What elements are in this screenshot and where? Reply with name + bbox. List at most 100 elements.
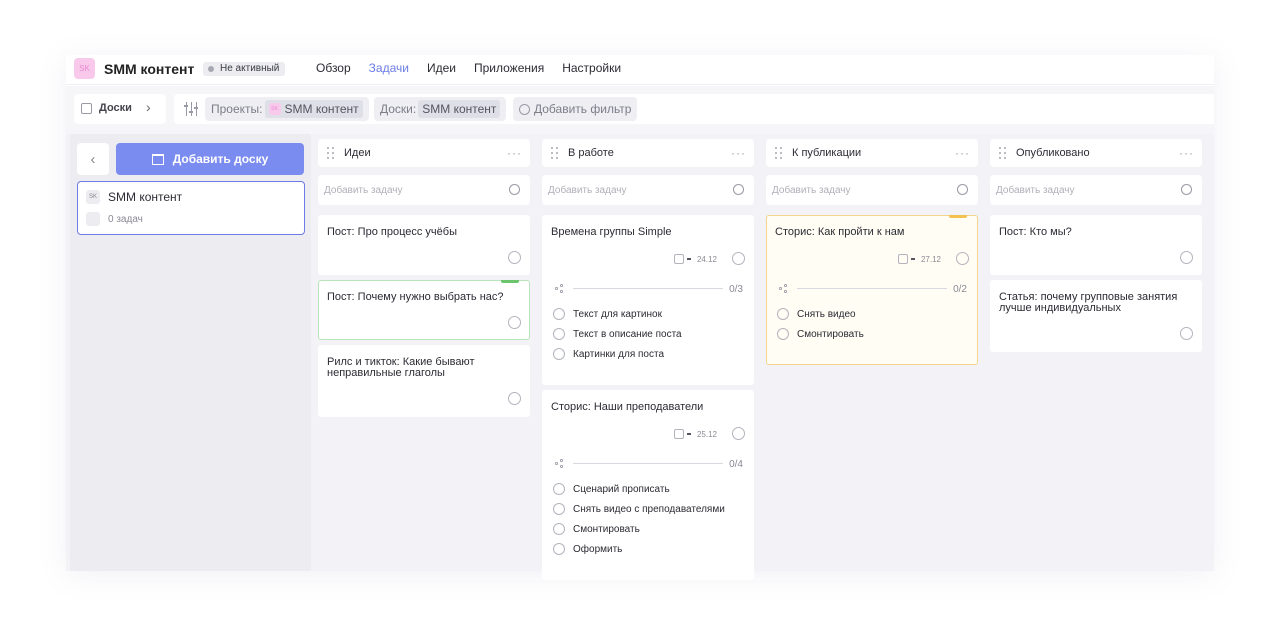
add-task-placeholder: Добавить задачу [324,185,403,196]
subtask-check-icon[interactable] [553,523,565,535]
column-header: В работе ··· [542,139,754,167]
task-card[interactable]: Рилс и тикток: Какие бывают неправильные… [318,345,530,417]
subtask-check-icon[interactable] [553,348,565,360]
boards-toggle-button[interactable]: Доски › [74,94,166,124]
tasks-icon [86,212,100,226]
task-card[interactable]: Времена группы Simple 24.12 0/3 Текст для к… [542,215,754,385]
plus-circle-icon[interactable] [957,184,968,195]
more-dots-icon[interactable]: ··· [955,146,970,160]
add-board-button[interactable]: Добавить доску [116,143,304,175]
subtask-item[interactable]: Снять видео с преподавателями [553,503,725,515]
dash-icon [910,258,915,260]
subtask-check-icon[interactable] [553,308,565,320]
more-dots-icon[interactable]: ··· [731,146,746,160]
add-task-input[interactable]: Добавить задачу [318,175,530,205]
complete-check-icon[interactable] [1180,251,1193,264]
subtask-check-icon[interactable] [777,328,789,340]
add-task-input[interactable]: Добавить задачу [766,175,978,205]
subtask-check-icon[interactable] [777,308,789,320]
plus-circle-icon[interactable] [509,184,520,195]
board-logo: SK [86,190,100,204]
collapse-sidebar-button[interactable]: ‹ [77,143,109,175]
drag-handle-icon[interactable] [551,147,559,159]
progress-bar [573,463,723,464]
task-card[interactable]: Пост: Почему нужно выбрать нас? [318,280,530,340]
task-title: Пост: Кто мы? [999,226,1072,238]
plus-circle-icon[interactable] [733,184,744,195]
subtask-progress: 0/3 [555,284,743,295]
board-name: SMM контент [108,190,183,204]
tab-overview[interactable]: Обзор [316,61,351,75]
drag-handle-icon[interactable] [999,147,1007,159]
subtask-progress: 0/4 [555,459,743,470]
subtask-item[interactable]: Смонтировать [553,523,640,535]
task-card[interactable]: Сторис: Наши преподаватели 25.12 0/4 Сценар… [542,390,754,580]
calendar-icon [673,254,684,264]
add-filter-button[interactable]: Добавить фильтр [513,97,638,121]
complete-check-icon[interactable] [1180,327,1193,340]
subtask-item[interactable]: Текст для картинок [553,308,662,320]
task-card[interactable]: Сторис: Как пройти к нам 27.12 0/2 Снять ви… [766,215,978,365]
subtask-item[interactable]: Сценарий прописать [553,483,670,495]
drag-handle-icon[interactable] [327,147,335,159]
calendar-icon [897,254,908,264]
boards-label: Доски [99,102,132,114]
subtask-item[interactable]: Смонтировать [777,328,864,340]
add-task-input[interactable]: Добавить задачу [542,175,754,205]
chevron-left-icon: ‹ [90,150,96,168]
due-date[interactable]: 24.12 [673,254,717,264]
card-tag [501,280,519,283]
subtask-item[interactable]: Текст в описание поста [553,328,682,340]
subtask-label: Смонтировать [573,523,640,535]
boards-filter-chip[interactable]: Доски: SMM контент [374,97,507,121]
add-task-input[interactable]: Добавить задачу [990,175,1202,205]
complete-check-icon[interactable] [732,252,745,265]
tab-ideas[interactable]: Идеи [427,61,456,75]
complete-check-icon[interactable] [956,252,969,265]
filters-row: Проекты: SK SMM контент Доски: SMM контен… [174,94,1214,124]
complete-check-icon[interactable] [508,251,521,264]
task-title: Сторис: Как пройти к нам [775,226,905,238]
due-date[interactable]: 27.12 [897,254,941,264]
status-badge: Не активный [203,62,286,76]
complete-check-icon[interactable] [508,392,521,405]
subtask-item[interactable]: Картинки для поста [553,348,664,360]
subtask-label: Оформить [573,543,623,555]
subtask-label: Текст для картинок [573,308,662,320]
add-filter-label: Добавить фильтр [534,102,632,116]
add-task-placeholder: Добавить задачу [548,185,627,196]
board-item[interactable]: SK SMM контент 0 задач [77,181,305,235]
more-dots-icon[interactable]: ··· [507,146,522,160]
status-dot-icon [208,66,214,72]
tab-settings[interactable]: Настройки [562,61,621,75]
filter-sliders-icon[interactable] [184,102,198,116]
task-card[interactable]: Пост: Кто мы? [990,215,1202,275]
subtask-label: Картинки для поста [573,348,665,360]
subtask-check-icon[interactable] [553,503,565,515]
task-card[interactable]: Пост: Про процесс учёбы [318,215,530,275]
project-mini-logo: SK [268,103,281,115]
task-title: Времена группы Simple [551,226,672,238]
add-board-label: Добавить доску [172,152,269,166]
more-dots-icon[interactable]: ··· [1179,146,1194,160]
tab-tasks[interactable]: Задачи [369,61,409,75]
subtask-check-icon[interactable] [553,543,565,555]
subtask-item[interactable]: Оформить [553,543,622,555]
projects-filter-label: Проекты: [211,102,263,116]
projects-filter-chip[interactable]: Проекты: SK SMM контент [205,97,369,121]
subtasks-icon [555,459,564,468]
tab-apps[interactable]: Приложения [474,61,544,75]
boards-filter-label: Доски: [380,102,417,116]
plus-circle-icon[interactable] [1181,184,1192,195]
drag-handle-icon[interactable] [775,147,783,159]
task-card[interactable]: Статья: почему групповые занятия лучше и… [990,280,1202,352]
subtask-check-icon[interactable] [553,483,565,495]
subtask-label: Текст в описание поста [573,328,682,340]
complete-check-icon[interactable] [732,427,745,440]
board-icon [81,103,92,114]
complete-check-icon[interactable] [508,316,521,329]
dash-icon [686,258,691,260]
due-date[interactable]: 25.12 [673,429,717,439]
subtask-check-icon[interactable] [553,328,565,340]
subtask-item[interactable]: Снять видео [777,308,856,320]
